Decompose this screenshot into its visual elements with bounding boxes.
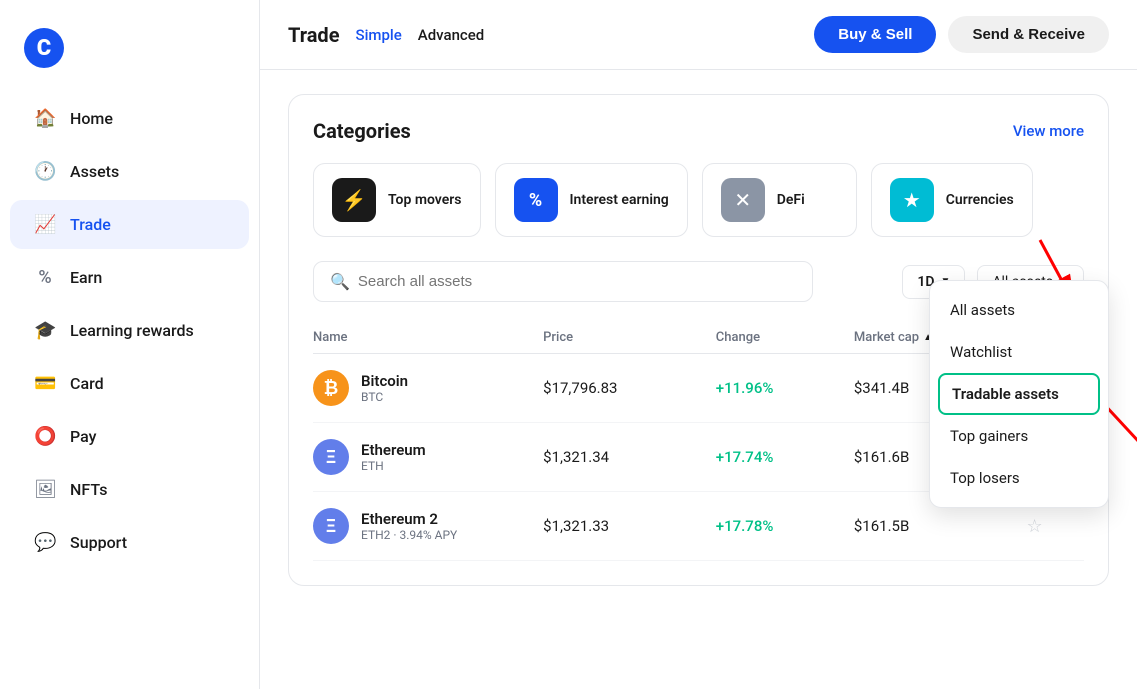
dropdown-item-watchlist[interactable]: Watchlist (930, 331, 1108, 373)
col-header-change: Change (716, 330, 854, 345)
asset-filter-dropdown: All assets Watchlist Tradable assets Top… (929, 280, 1109, 508)
defi-icon: ✕ (721, 178, 765, 222)
sidebar-item-earn[interactable]: % Earn (10, 253, 249, 302)
ethereum-details: Ethereum ETH (361, 441, 426, 473)
asset-info-ethereum[interactable]: Ξ Ethereum ETH (313, 439, 543, 475)
main-content: Trade Simple Advanced Buy & Sell Send & … (260, 0, 1137, 689)
card-icon: 💳 (34, 373, 56, 394)
interest-earning-icon: % (514, 178, 558, 222)
top-movers-icon: ⚡ (332, 178, 376, 222)
search-box[interactable]: 🔍 (313, 261, 813, 302)
search-icon: 🔍 (330, 272, 350, 291)
header: Trade Simple Advanced Buy & Sell Send & … (260, 0, 1137, 70)
sidebar: C 🏠 Home 🕐 Assets 📈 Trade % Earn 🎓 Learn… (0, 0, 260, 689)
tab-advanced[interactable]: Advanced (418, 26, 484, 44)
dropdown-item-tradable-assets[interactable]: Tradable assets (938, 373, 1100, 415)
category-cards: ⚡ Top movers % Interest earning ✕ DeFi ★… (313, 163, 1084, 237)
currencies-label: Currencies (946, 191, 1014, 209)
currencies-icon: ★ (890, 178, 934, 222)
assets-icon: 🕐 (34, 161, 56, 182)
home-icon: 🏠 (34, 108, 56, 129)
ethereum2-ticker: ETH2 · 3.94% APY (361, 528, 457, 542)
col-header-name: Name (313, 330, 543, 345)
sidebar-item-label-assets: Assets (70, 162, 119, 181)
category-card-defi[interactable]: ✕ DeFi (702, 163, 857, 237)
bitcoin-name: Bitcoin (361, 372, 408, 390)
trade-icon: 📈 (34, 214, 56, 235)
bitcoin-price: $17,796.83 (543, 379, 716, 397)
sidebar-item-pay[interactable]: ⭕ Pay (10, 412, 249, 461)
view-more-link[interactable]: View more (1013, 122, 1084, 140)
defi-label: DeFi (777, 191, 805, 209)
coinbase-logo: C (24, 28, 64, 68)
section-header: Categories View more (313, 119, 1084, 143)
sidebar-item-label-trade: Trade (70, 215, 111, 234)
send-receive-button[interactable]: Send & Receive (948, 16, 1109, 53)
support-icon: 💬 (34, 532, 56, 553)
earn-icon: % (34, 267, 56, 288)
sidebar-item-label-card: Card (70, 374, 104, 393)
bitcoin-icon: ₿ (313, 370, 349, 406)
interest-earning-label: Interest earning (570, 191, 669, 209)
sidebar-item-label-learning: Learning rewards (70, 321, 194, 340)
category-card-currencies[interactable]: ★ Currencies (871, 163, 1033, 237)
bitcoin-ticker: BTC (361, 390, 408, 404)
col-header-price: Price (543, 330, 716, 345)
sidebar-item-label-support: Support (70, 533, 127, 552)
ethereum-ticker: ETH (361, 459, 426, 473)
ethereum2-name: Ethereum 2 (361, 510, 457, 528)
header-left: Trade Simple Advanced (288, 23, 484, 47)
asset-info-ethereum2[interactable]: Ξ Ethereum 2 ETH2 · 3.94% APY (313, 508, 543, 544)
tab-simple[interactable]: Simple (356, 26, 402, 44)
buy-sell-button[interactable]: Buy & Sell (814, 16, 936, 53)
ethereum-name: Ethereum (361, 441, 426, 459)
dropdown-item-top-gainers[interactable]: Top gainers (930, 415, 1108, 457)
sidebar-nav: 🏠 Home 🕐 Assets 📈 Trade % Earn 🎓 Learnin… (0, 92, 259, 673)
section-title: Categories (313, 119, 411, 143)
ethereum-icon: Ξ (313, 439, 349, 475)
page-title: Trade (288, 23, 340, 47)
ethereum-price: $1,321.34 (543, 448, 716, 466)
pay-icon: ⭕ (34, 426, 56, 447)
sidebar-logo: C (0, 16, 259, 92)
sidebar-item-label-nfts: NFTs (70, 480, 108, 499)
dropdown-item-top-losers[interactable]: Top losers (930, 457, 1108, 499)
category-card-interest-earning[interactable]: % Interest earning (495, 163, 688, 237)
sidebar-item-assets[interactable]: 🕐 Assets (10, 147, 249, 196)
category-card-top-movers[interactable]: ⚡ Top movers (313, 163, 481, 237)
ethereum2-marketcap: $161.5B (854, 517, 1027, 535)
ethereum2-price: $1,321.33 (543, 517, 716, 535)
asset-info-bitcoin[interactable]: ₿ Bitcoin BTC (313, 370, 543, 406)
sidebar-item-label-pay: Pay (70, 427, 96, 446)
ethereum2-change: +17.78% (716, 517, 854, 535)
ethereum-change: +17.74% (716, 448, 854, 466)
dropdown-item-all-assets[interactable]: All assets (930, 289, 1108, 331)
sidebar-item-nfts[interactable]: 🖼 NFTs (10, 465, 249, 514)
top-movers-label: Top movers (388, 191, 462, 209)
bitcoin-details: Bitcoin BTC (361, 372, 408, 404)
bitcoin-change: +11.96% (716, 379, 854, 397)
sidebar-item-home[interactable]: 🏠 Home (10, 94, 249, 143)
sidebar-item-label-home: Home (70, 109, 113, 128)
sidebar-item-card[interactable]: 💳 Card (10, 359, 249, 408)
search-input[interactable] (358, 273, 796, 290)
header-right: Buy & Sell Send & Receive (814, 16, 1109, 53)
nfts-icon: 🖼 (34, 479, 56, 500)
learning-icon: 🎓 (34, 320, 56, 341)
ethereum2-icon: Ξ (313, 508, 349, 544)
ethereum2-watchlist-star[interactable]: ☆ (1026, 516, 1084, 537)
sidebar-item-trade[interactable]: 📈 Trade (10, 200, 249, 249)
sidebar-item-support[interactable]: 💬 Support (10, 518, 249, 567)
content-area: Categories View more ⚡ Top movers % Inte… (260, 70, 1137, 689)
sidebar-item-label-earn: Earn (70, 268, 102, 287)
ethereum2-details: Ethereum 2 ETH2 · 3.94% APY (361, 510, 457, 542)
sidebar-item-learning[interactable]: 🎓 Learning rewards (10, 306, 249, 355)
